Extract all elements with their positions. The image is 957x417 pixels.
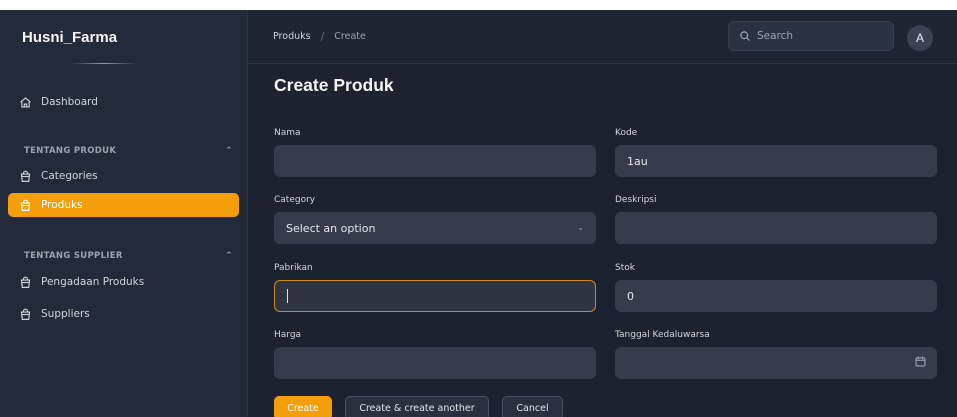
sidebar-group-supplier[interactable]: TENTANG SUPPLIER ⌃ [24,247,233,265]
create-another-button[interactable]: Create & create another [345,396,489,417]
pabrikan-label: Pabrikan [274,263,313,273]
chevron-up-icon[interactable]: ⌃ [225,251,233,261]
search-icon [739,30,751,42]
kode-label: Kode [615,128,638,138]
cancel-button[interactable]: Cancel [502,396,563,417]
breadcrumb-produks[interactable]: Produks [273,31,311,42]
text-caret [287,289,288,303]
breadcrumb-separator: / [320,30,325,43]
stok-field[interactable]: 0 [615,280,937,312]
sidebar-item-label: Produks [41,199,83,211]
kode-field[interactable]: 1au [615,145,937,177]
stok-label: Stok [615,263,635,273]
search-input[interactable]: Search [728,21,894,51]
nama-field[interactable] [274,145,596,177]
calendar-icon[interactable] [914,355,927,371]
sidebar-item-produks[interactable]: Produks [8,193,239,217]
deskripsi-field[interactable] [615,212,937,244]
category-label: Category [274,195,316,205]
sidebar-group-produk[interactable]: TENTANG PRODUK ⌃ [24,142,233,160]
search-placeholder: Search [757,30,794,42]
sidebar-item-label: Pengadaan Produks [41,276,145,288]
breadcrumb-create: Create [334,31,366,42]
sidebar-group-title: TENTANG PRODUK [24,146,117,156]
page-title: Create Produk [274,75,394,95]
shopping-bag-icon [18,307,32,321]
create-button[interactable]: Create [274,396,332,417]
brand-underline [70,63,137,64]
brand-logo[interactable]: Husni_Farma [0,10,247,64]
breadcrumb: Produks / Create [273,30,366,43]
harga-label: Harga [274,330,302,340]
sidebar-item-pengadaan-produks[interactable]: Pengadaan Produks [8,270,239,294]
shopping-bag-icon [18,275,32,289]
pabrikan-field[interactable] [274,280,596,312]
sidebar-group-title: TENTANG SUPPLIER [24,251,123,261]
chevron-up-icon[interactable]: ⌃ [225,146,233,156]
shopping-bag-icon [18,198,32,212]
app-window: Husni_Farma Dashboard TENTANG PRODUK ⌃ C… [0,10,957,417]
deskripsi-label: Deskripsi [615,195,657,205]
sidebar-item-suppliers[interactable]: Suppliers [8,302,239,326]
avatar[interactable]: A [907,25,933,51]
kedaluwarsa-label: Tanggal Kedaluwarsa [615,330,710,340]
harga-field[interactable] [274,347,596,379]
nama-label: Nama [274,128,301,138]
kode-value: 1au [627,154,648,168]
stok-value: 0 [627,289,634,303]
topbar: Produks / Create Search A [248,10,957,64]
sidebar-item-categories[interactable]: Categories [8,164,239,188]
sidebar-item-label: Suppliers [41,308,90,320]
sidebar-item-label: Categories [41,170,98,182]
main-content: Produks / Create Search A Create Produk … [248,10,957,417]
home-icon [18,95,32,109]
category-value: Select an option [286,221,376,235]
chevron-down-icon: ⌄ [577,223,584,232]
shopping-bag-icon [18,169,32,183]
sidebar-item-dashboard[interactable]: Dashboard [8,90,239,114]
category-select[interactable]: Select an option ⌄ [274,212,596,244]
brand-name: Husni_Farma [22,28,118,46]
sidebar: Husni_Farma Dashboard TENTANG PRODUK ⌃ C… [0,10,248,417]
sidebar-item-label: Dashboard [41,96,98,108]
kedaluwarsa-field[interactable] [615,347,937,379]
